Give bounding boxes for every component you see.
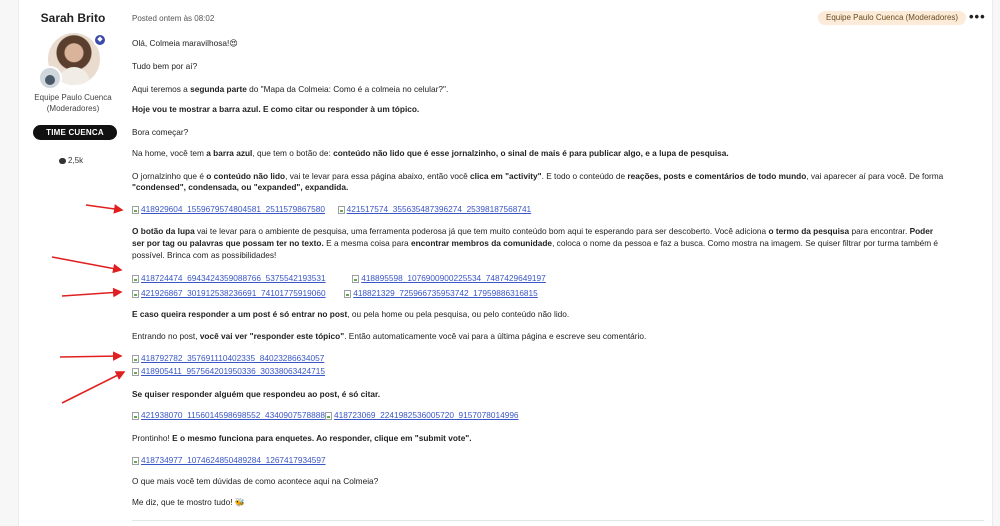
annotation-arrow [61, 287, 123, 298]
annotation-arrow [85, 204, 124, 214]
annotation-arrow [61, 371, 126, 404]
annotation-arrow [51, 256, 123, 274]
annotation-arrows [51, 204, 126, 404]
annotation-arrow [59, 351, 123, 361]
